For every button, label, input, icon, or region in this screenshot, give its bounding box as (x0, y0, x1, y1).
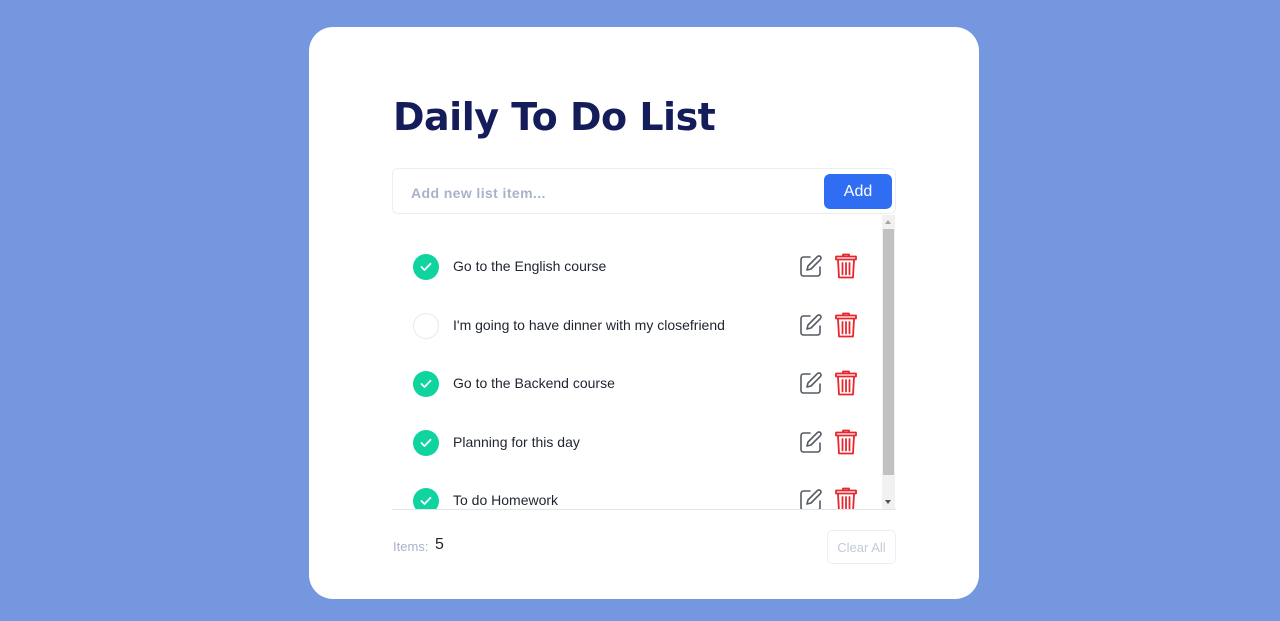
add-button[interactable]: Add (824, 174, 892, 209)
scroll-thumb[interactable] (883, 229, 894, 475)
todo-list: Go to the English course I'm going to hav… (392, 215, 882, 509)
new-item-input[interactable] (409, 179, 803, 207)
check-icon[interactable] (413, 430, 439, 456)
trash-icon[interactable] (835, 487, 857, 509)
list-item: Planning for this day (392, 415, 882, 473)
item-text: I'm going to have dinner with my closefr… (453, 317, 725, 333)
unchecked-circle[interactable] (413, 313, 439, 339)
check-icon[interactable] (413, 254, 439, 280)
todo-list-container: Go to the English course I'm going to hav… (392, 215, 896, 510)
scroll-down-arrow-icon[interactable] (885, 500, 891, 504)
list-item: To do Homework (392, 473, 882, 509)
list-item: Go to the English course (392, 239, 882, 297)
page-title: Daily To Do List (393, 95, 716, 139)
items-label: Items: (393, 539, 429, 554)
item-text: Go to the English course (453, 258, 607, 274)
new-item-form: Add (392, 168, 896, 214)
clear-all-button[interactable]: Clear All (827, 530, 896, 564)
edit-icon[interactable] (799, 430, 823, 454)
item-text: Planning for this day (453, 434, 580, 450)
trash-icon[interactable] (835, 429, 857, 455)
list-item: Go to the Backend course (392, 356, 882, 414)
item-text: Go to the Backend course (453, 375, 615, 391)
list-item: I'm going to have dinner with my closefr… (392, 298, 882, 356)
edit-icon[interactable] (799, 254, 823, 278)
items-count: 5 (435, 536, 444, 553)
todo-card: Daily To Do List Add Go to the English c… (309, 27, 979, 599)
edit-icon[interactable] (799, 371, 823, 395)
trash-icon[interactable] (835, 253, 857, 279)
edit-icon[interactable] (799, 313, 823, 337)
check-icon[interactable] (413, 371, 439, 397)
scroll-up-arrow-icon[interactable] (885, 220, 891, 224)
edit-icon[interactable] (799, 488, 823, 509)
item-text: To do Homework (453, 492, 559, 508)
trash-icon[interactable] (835, 312, 857, 338)
list-scrollbar[interactable] (882, 215, 895, 509)
check-icon[interactable] (413, 488, 439, 509)
trash-icon[interactable] (835, 370, 857, 396)
